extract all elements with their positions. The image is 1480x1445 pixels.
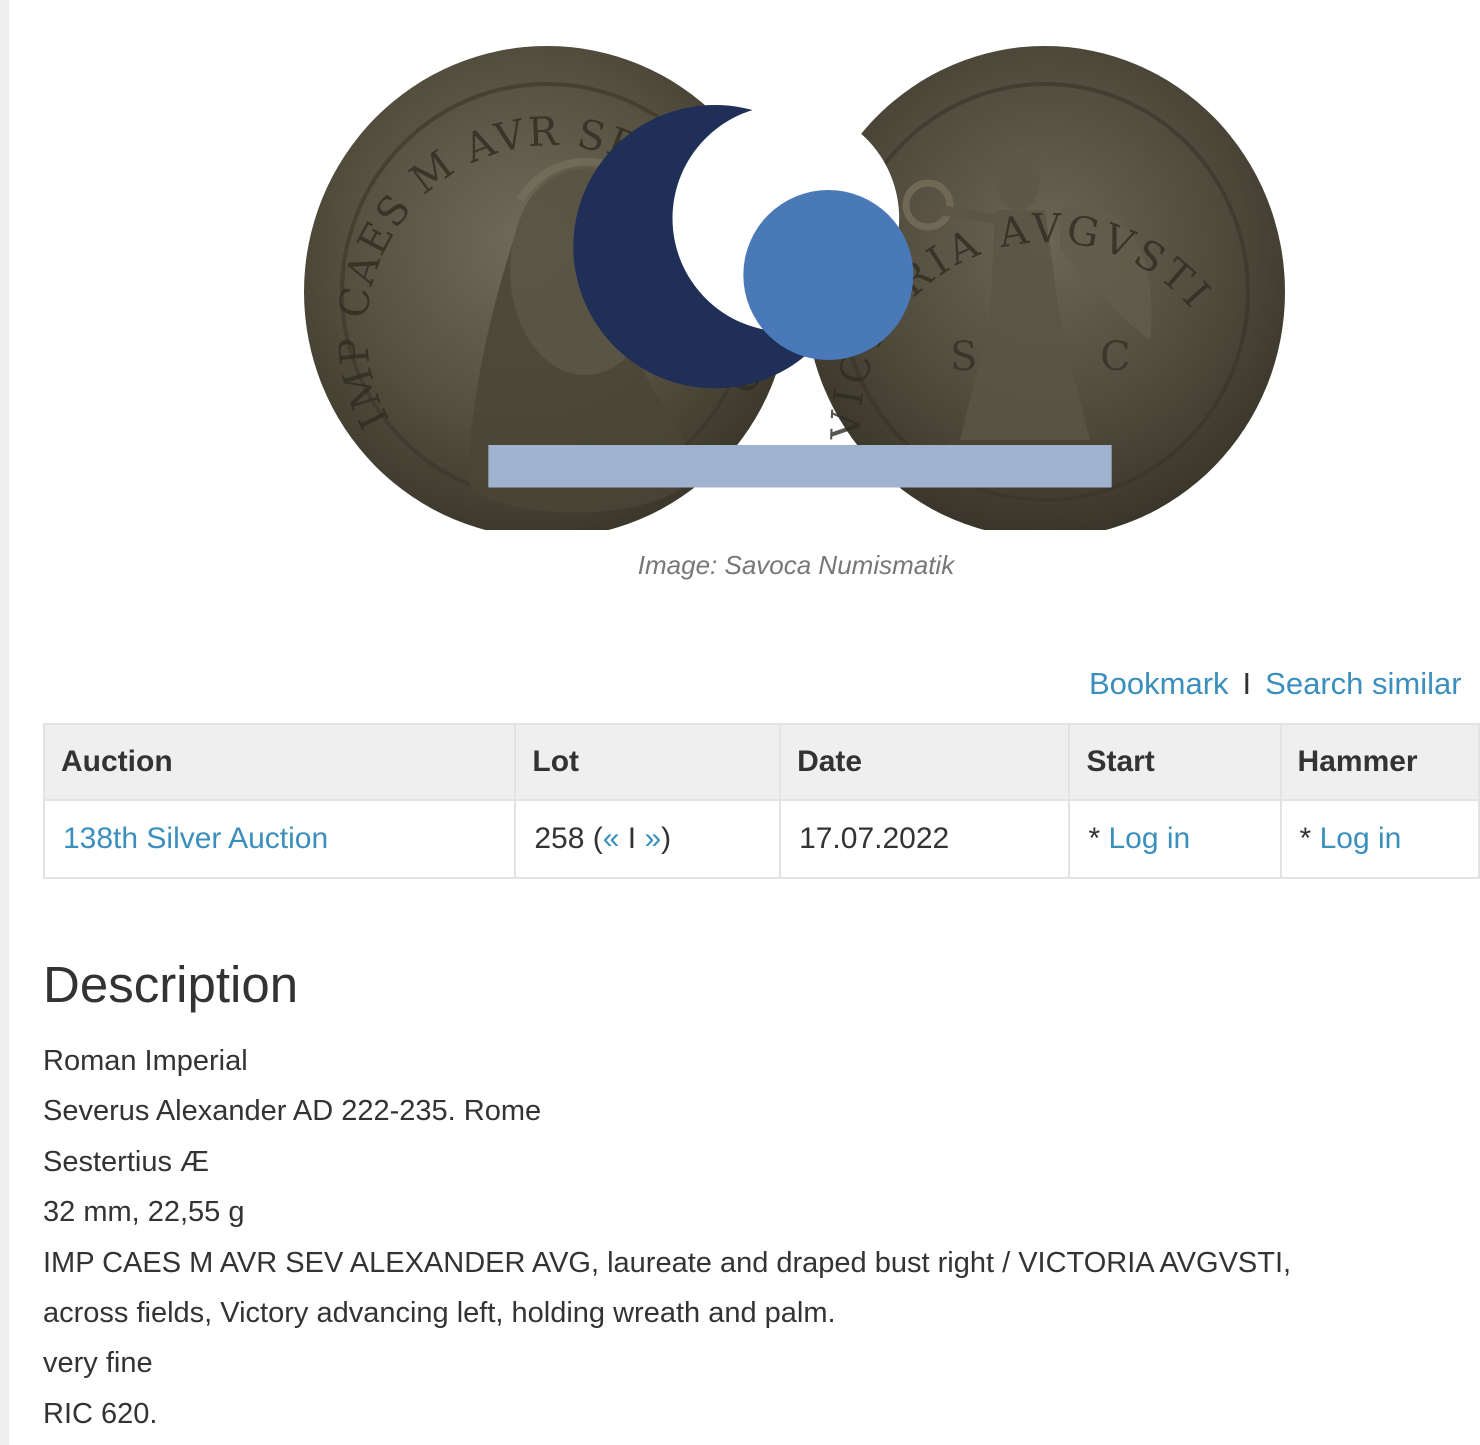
auction-table: Auction Lot Date Start Hammer 138th Silv… — [42, 723, 1480, 879]
description-line: 32 mm, 22,55 g — [43, 1196, 245, 1229]
hammer-asterisk: * — [1299, 822, 1312, 855]
description-line: IMP CAES M AVR SEV ALEXANDER AVG, laurea… — [43, 1246, 1292, 1279]
header-auction: Auction — [42, 723, 517, 801]
description-line: RIC 620. — [43, 1397, 158, 1430]
bookmark-link[interactable]: Bookmark — [1089, 666, 1229, 701]
left-edge-bar — [0, 0, 9, 1445]
auction-link[interactable]: 138th Silver Auction — [63, 822, 328, 855]
header-date: Date — [779, 723, 1071, 801]
description-line: across fields, Victory advancing left, h… — [43, 1297, 836, 1330]
hammer-login-link[interactable]: Log in — [1320, 822, 1402, 855]
header-hammer: Hammer — [1279, 723, 1480, 801]
coin-image[interactable]: . IMP CAES M AVR SEV ALEXANDER AVG S C V… — [300, 20, 1300, 530]
cell-lot: 258 (« I ») — [514, 799, 782, 879]
start-asterisk: * — [1088, 822, 1101, 855]
cell-start: * Log in — [1068, 799, 1282, 879]
cell-auction: 138th Silver Auction — [42, 799, 517, 879]
search-similar-link[interactable]: Search similar — [1265, 666, 1461, 701]
lot-number: 258 — [534, 822, 585, 855]
cell-date: 17.07.2022 — [779, 799, 1071, 879]
image-caption: Image: Savoca Numismatik — [637, 550, 955, 580]
actions-separator: I — [1242, 666, 1252, 701]
lot-nav-separator: I — [627, 822, 637, 855]
description-line: Sestertius Æ — [43, 1145, 209, 1178]
cell-hammer: * Log in — [1279, 799, 1480, 879]
lot-actions: Bookmark I Search similar — [1089, 666, 1462, 702]
start-login-link[interactable]: Log in — [1108, 822, 1190, 855]
previous-lot-link[interactable]: « — [603, 822, 620, 855]
description-line: Roman Imperial — [43, 1045, 248, 1077]
description-heading: Description — [43, 956, 299, 1013]
header-start: Start — [1068, 723, 1282, 801]
description-line: Severus Alexander AD 222-235. Rome — [43, 1095, 542, 1128]
table-header-row: Auction Lot Date Start Hammer — [42, 723, 1480, 801]
next-lot-link[interactable]: » — [644, 822, 661, 855]
savoca-logo-icon — [488, 105, 1112, 488]
header-lot: Lot — [514, 723, 782, 801]
table-row: 138th Silver Auction 258 (« I ») 17.07.2… — [42, 799, 1480, 879]
description-line: very fine — [43, 1347, 153, 1380]
description-text: Roman Imperial Severus Alexander AD 222-… — [43, 1036, 1291, 1439]
